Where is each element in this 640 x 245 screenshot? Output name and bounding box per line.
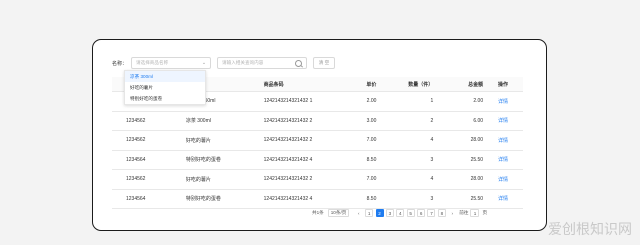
dropdown-option[interactable]: 凉茶 300ml <box>125 71 205 82</box>
cell-price: 7.00 <box>366 137 377 144</box>
table-row: 1234564 特别好吃的蛋卷 1242143214321432 4 8.50 … <box>112 190 523 209</box>
header-qty: 数量（件） <box>408 81 434 88</box>
cell-total: 2.00 <box>473 98 484 105</box>
header-total: 总金额 <box>468 81 484 88</box>
watermark: 爱创根知识网 <box>548 221 632 237</box>
detail-link[interactable]: 详情 <box>483 195 523 202</box>
cell-total: 28.00 <box>470 137 484 144</box>
chevron-down-icon: ⌄ <box>201 60 207 66</box>
cell-barcode: 1242143214321432 1 <box>263 98 313 105</box>
page-button[interactable]: 7 <box>427 209 436 217</box>
detail-link[interactable]: 详情 <box>483 176 523 183</box>
page-size-value: 10条/页 <box>330 210 347 215</box>
table-row: 1234562 好吃的薯片 1242143214321432 2 7.00 4 … <box>112 170 523 190</box>
header-action: 操作 <box>498 81 509 88</box>
cell-qty: 4 <box>430 137 434 144</box>
filter-bar: 名称： 请选择商品名称 ⌄ 请输入相关查询内容 清 空 <box>112 56 336 70</box>
search-icon[interactable] <box>295 60 303 67</box>
jump-page-input[interactable]: 1 <box>470 209 480 217</box>
cell-price: 8.50 <box>366 195 377 202</box>
cell-barcode: 1242143214321432 4 <box>263 156 313 163</box>
detail-link[interactable]: 详情 <box>483 98 523 105</box>
cell-barcode: 1242143214321432 2 <box>263 117 313 124</box>
page-button-current[interactable]: 2 <box>375 209 384 217</box>
page-button[interactable]: 1 <box>365 209 374 217</box>
page-button[interactable]: 4 <box>396 209 405 217</box>
search-placeholder: 请输入相关查询内容 <box>222 60 264 65</box>
cell-price: 2.00 <box>366 98 377 105</box>
cell-id: 1234562 <box>126 117 146 124</box>
page-unit-label: 页 <box>482 210 488 215</box>
table-row: 1234562 凉茶 300ml 1242143214321432 2 3.00… <box>112 112 523 131</box>
detail-link[interactable]: 详情 <box>483 117 523 124</box>
page-size-select[interactable]: 10条/页 <box>327 209 349 217</box>
select-placeholder: 请选择商品名称 <box>136 60 169 65</box>
cell-name: 凉茶 300ml <box>185 118 211 125</box>
search-input[interactable]: 请输入相关查询内容 <box>217 57 308 69</box>
cell-id: 1234562 <box>126 176 146 183</box>
page-button[interactable]: 8 <box>437 209 446 217</box>
cell-price: 8.50 <box>366 156 377 163</box>
cell-name: 好吃的薯片 <box>185 176 211 183</box>
cell-price: 7.00 <box>366 176 377 183</box>
cell-total: 28.00 <box>470 176 484 183</box>
filter-label: 名称： <box>112 60 128 67</box>
page-button[interactable]: 6 <box>417 209 426 217</box>
dropdown-option[interactable]: 特别好吃的蛋卷 <box>125 93 205 104</box>
jump-label: 前往 <box>459 210 469 215</box>
product-name-select[interactable]: 请选择商品名称 ⌄ <box>131 57 212 69</box>
detail-link[interactable]: 详情 <box>483 156 523 163</box>
select-dropdown: 凉茶 300ml 好吃的薯片 特别好吃的蛋卷 <box>124 70 206 105</box>
cell-barcode: 1242143214321432 2 <box>263 176 313 183</box>
cell-name: 特别好吃的蛋卷 <box>185 157 221 164</box>
cell-total: 25.50 <box>470 156 484 163</box>
cell-price: 3.00 <box>366 117 377 124</box>
clear-button[interactable]: 清 空 <box>313 57 336 69</box>
cell-qty: 3 <box>430 195 434 202</box>
cell-total: 6.00 <box>473 117 484 124</box>
cell-name: 好吃的薯片 <box>185 137 211 144</box>
table-row: 1234562 好吃的薯片 1242143214321432 2 7.00 4 … <box>112 131 523 151</box>
dropdown-option[interactable]: 好吃的薯片 <box>125 82 205 93</box>
cell-id: 1234564 <box>126 195 146 202</box>
cell-qty: 2 <box>430 117 434 124</box>
cell-qty: 4 <box>430 176 434 183</box>
table-row: 1234564 特别好吃的蛋卷 1242143214321432 4 8.50 … <box>112 151 523 170</box>
total-count: 共1条 <box>312 210 324 215</box>
page-button[interactable]: 3 <box>385 209 394 217</box>
next-page-button[interactable]: › <box>448 209 457 217</box>
cell-id: 1234562 <box>126 137 146 144</box>
cell-total: 25.50 <box>470 195 484 202</box>
header-price: 单价 <box>366 81 377 88</box>
cell-id: 1234564 <box>126 156 146 163</box>
cell-qty: 3 <box>430 156 434 163</box>
cell-barcode: 1242143214321432 2 <box>263 137 313 144</box>
cell-qty: 1 <box>430 98 434 105</box>
prev-page-button[interactable]: ‹ <box>354 209 363 217</box>
header-barcode: 商品条码 <box>263 81 284 88</box>
detail-link[interactable]: 详情 <box>483 137 523 144</box>
page-button[interactable]: 5 <box>406 209 415 217</box>
cell-name: 特别好吃的蛋卷 <box>185 196 221 203</box>
pagination: 共1条 10条/页 ‹ 1 2 3 4 5 6 7 8 › 前往 1 页 <box>312 208 487 218</box>
cell-barcode: 1242143214321432 4 <box>263 195 313 202</box>
